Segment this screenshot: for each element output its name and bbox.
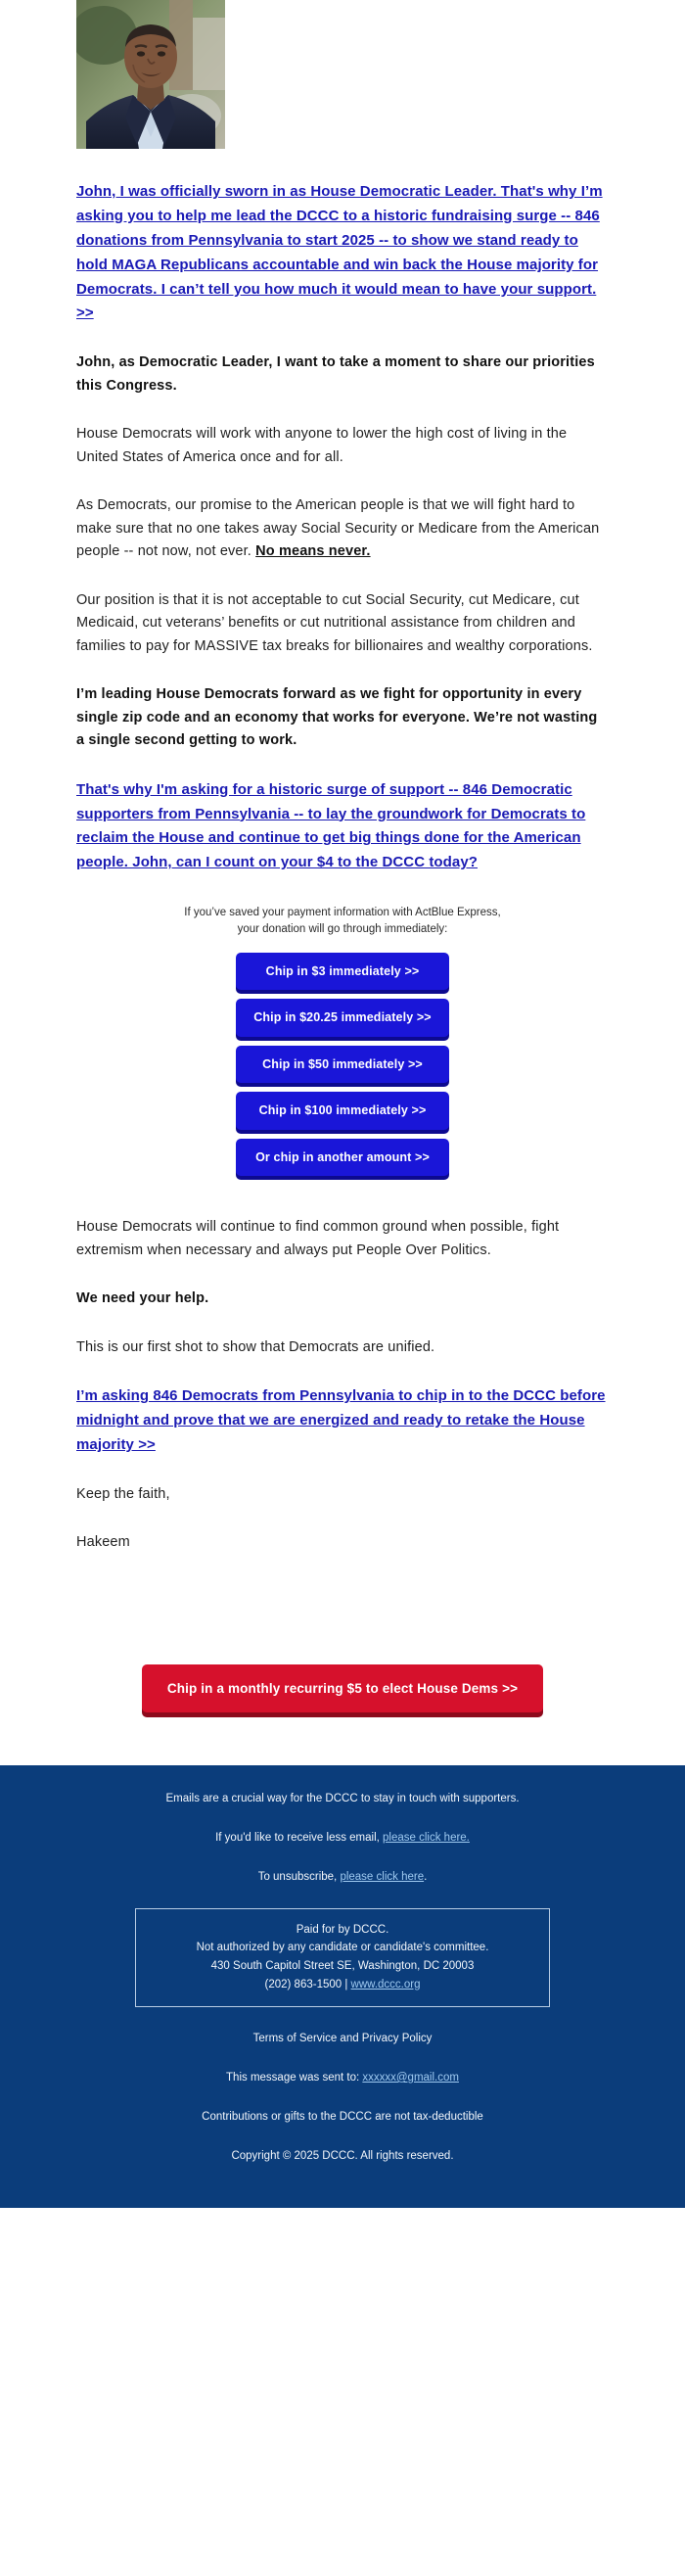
footer-copyright-line: Copyright © 2025 DCCC. All rights reserv… <box>231 2149 454 2162</box>
headline-donation-link[interactable]: John, I was officially sworn in as House… <box>76 180 609 326</box>
donation-button-list: Chip in $3 immediately >> Chip in $20.25… <box>0 952 685 1177</box>
social-security-paragraph: As Democrats, our promise to the America… <box>76 494 609 563</box>
email-content: John, I was officially sworn in as House… <box>0 180 685 875</box>
chip-in-other-amount-button[interactable]: Or chip in another amount >> <box>236 1138 449 1177</box>
final-donation-link[interactable]: I’m asking 846 Democrats from Pennsylvan… <box>76 1384 609 1458</box>
common-ground-paragraph: House Democrats will continue to find co… <box>76 1219 560 1258</box>
monthly-recurring-button[interactable]: Chip in a monthly recurring $5 to elect … <box>141 1663 544 1713</box>
unsubscribe-prefix: To unsubscribe, <box>257 1870 341 1883</box>
chip-in-2025-button[interactable]: Chip in $20.25 immediately >> <box>236 999 449 1037</box>
disclaimer-line-4: (202) 863-1500 | www.dccc.org <box>152 1976 533 1994</box>
actblue-note-line-2: your donation will go through immediatel… <box>237 923 448 936</box>
dccc-website-link[interactable]: www.dccc.org <box>351 1979 421 1991</box>
donation-button-row: Chip in $3 immediately >> <box>0 952 685 991</box>
hero-section <box>0 0 685 149</box>
disclaimer-line-3: 430 South Capitol Street SE, Washington,… <box>210 1959 475 1972</box>
recurring-cta-section: Chip in a monthly recurring $5 to elect … <box>0 1580 685 1766</box>
chip-in-100-button[interactable]: Chip in $100 immediately >> <box>236 1092 449 1130</box>
hakeem-jeffries-photo <box>76 0 225 149</box>
footer-less-email-line: If you'd like to receive less email, ple… <box>39 1830 646 1848</box>
disclaimer-line-2: Not authorized by any candidate or candi… <box>196 1942 489 1954</box>
footer-unsubscribe-line: To unsubscribe, please click here. <box>39 1869 646 1887</box>
less-email-prefix: If you'd like to receive less email, <box>215 1832 384 1845</box>
historic-surge-link[interactable]: That's why I'm asking for a historic sur… <box>76 778 609 876</box>
recipient-email-link[interactable]: xxxxxx@gmail.com <box>362 2072 459 2084</box>
chip-in-50-button[interactable]: Chip in $50 immediately >> <box>236 1045 449 1084</box>
first-shot-paragraph: This is our first shot to show that Demo… <box>76 1338 435 1355</box>
chip-in-3-button[interactable]: Chip in $3 immediately >> <box>236 952 449 991</box>
disclaimer-line-1: Paid for by DCCC. <box>296 1923 389 1936</box>
email-content-lower: House Democrats will continue to find co… <box>0 1216 685 1555</box>
portrait-illustration <box>76 0 225 149</box>
footer-terms-line[interactable]: Terms of Service and Privacy Policy <box>39 2031 646 2048</box>
email-body: John, I was officially sworn in as House… <box>0 0 685 2209</box>
footer-sent-to-line: This message was sent to: xxxxxx@gmail.c… <box>39 2070 646 2087</box>
no-means-never-emphasis: No means never. <box>255 543 371 560</box>
priorities-intro-paragraph: John, as Democratic Leader, I want to ta… <box>76 354 595 394</box>
signoff-keep-the-faith: Keep the faith, <box>76 1485 170 1502</box>
footer-crucial-line: Emails are a crucial way for the DCCC to… <box>165 1793 520 1805</box>
donation-button-row: Chip in $100 immediately >> <box>0 1092 685 1130</box>
receive-less-email-link[interactable]: please click here. <box>383 1832 470 1844</box>
phone-number: (202) 863-1500 | <box>264 1978 351 1991</box>
unsubscribe-suffix: . <box>424 1870 428 1883</box>
donation-button-row: Or chip in another amount >> <box>0 1138 685 1177</box>
donation-button-row: Chip in $50 immediately >> <box>0 1045 685 1084</box>
actblue-express-note: If you’ve saved your payment information… <box>0 905 685 939</box>
cost-of-living-paragraph: House Democrats will work with anyone to… <box>76 426 568 465</box>
signoff-name: Hakeem <box>76 1534 130 1551</box>
actblue-note-line-1: If you’ve saved your payment information… <box>184 907 501 919</box>
position-paragraph: Our position is that it is not acceptabl… <box>76 591 593 654</box>
sent-to-prefix: This message was sent to: <box>226 2072 363 2084</box>
we-need-help-paragraph: We need your help. <box>76 1290 209 1307</box>
footer-tax-line: Contributions or gifts to the DCCC are n… <box>202 2110 483 2123</box>
email-footer: Emails are a crucial way for the DCCC to… <box>0 1765 685 2209</box>
donation-button-row: Chip in $20.25 immediately >> <box>0 999 685 1037</box>
donation-block: If you’ve saved your payment information… <box>0 901 685 1193</box>
leading-forward-paragraph: I’m leading House Democrats forward as w… <box>76 686 598 749</box>
paid-for-by-disclaimer-box: Paid for by DCCC. Not authorized by any … <box>135 1907 550 2008</box>
unsubscribe-link[interactable]: please click here <box>340 1871 424 1883</box>
